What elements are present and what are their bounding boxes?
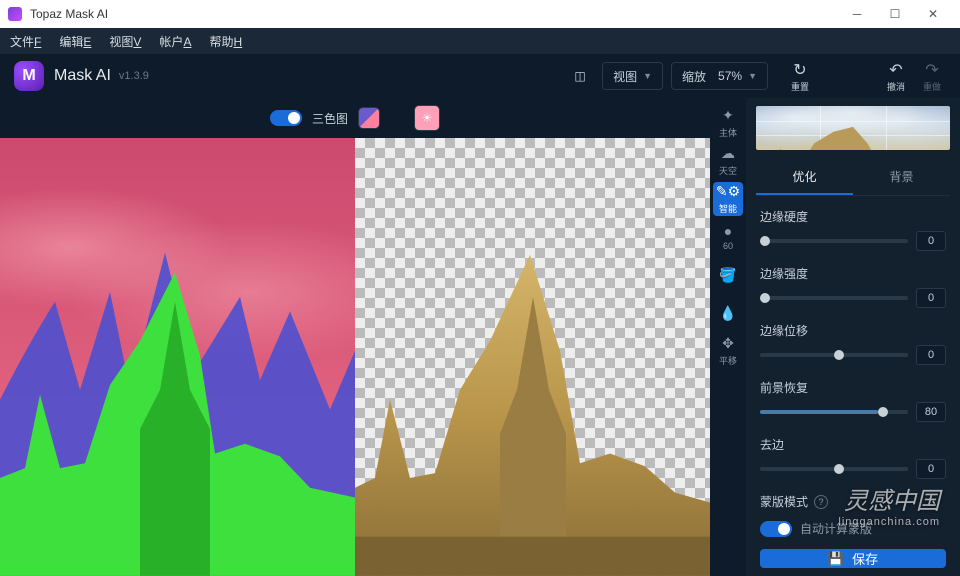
menu-account[interactable]: 帐户A [159,33,191,50]
app-name: Mask AI [54,67,111,85]
app-icon: M [14,61,44,91]
auto-compute-toggle[interactable] [760,521,792,537]
window-title: Topaz Mask AI [30,7,108,21]
titlebar: Topaz Mask AI ─ ☐ ✕ [0,0,960,28]
trimap-label: 三色图 [312,110,348,127]
menubar: 文件F 编辑E 视图V 帐户A 帮助H [0,28,960,54]
slider-group: 边缘硬度 0 边缘强度 0 边缘位移 0 前景恢复 80 去边 0 [746,196,960,483]
save-icon: 💾 [828,551,844,567]
view-dropdown[interactable]: 视图▼ [602,62,663,90]
save-button[interactable]: 💾保存 [760,549,946,568]
menu-help[interactable]: 帮助H [209,33,242,50]
result-pane[interactable] [355,138,710,576]
split-view-icon[interactable]: ◫ [566,62,594,90]
vertical-toolbar: ✦主体 ☁天空 ✎⚙智能 ●60 🪣 💧 ✥平移 [710,98,746,576]
help-icon[interactable]: ? [814,495,828,509]
tool-dropper[interactable]: 💧 [713,296,743,330]
trimap-toggle[interactable] [270,110,302,126]
preview-thumbnail[interactable] [756,106,950,150]
reset-button[interactable]: ↻重置 [786,62,814,90]
menu-file[interactable]: 文件F [10,33,41,50]
appbar: M Mask AI v1.3.9 ◫ 视图▼ 缩放57%▼ ↻重置 ↶撤消 ↷重… [0,54,960,98]
tool-smart[interactable]: ✎⚙智能 [713,182,743,216]
right-panel: 优化 背景 边缘硬度 0 边缘强度 0 边缘位移 0 前景恢复 80 去边 0 [746,98,960,576]
tool-brush-size[interactable]: ●60 [713,220,743,254]
trimap-pane[interactable] [0,138,355,576]
zoom-dropdown[interactable]: 缩放57%▼ [671,62,768,90]
swatch-trimap-icon[interactable] [358,107,380,129]
mask-mode-row[interactable]: 蒙版模式? [746,483,960,520]
maximize-button[interactable]: ☐ [876,0,914,28]
menu-edit[interactable]: 编辑E [59,33,91,50]
undo-button[interactable]: ↶撤消 [882,62,910,90]
tool-fill[interactable]: 🪣 [713,258,743,292]
redo-button[interactable]: ↷重做 [918,62,946,90]
slider-edge-offset: 边缘位移 0 [760,322,946,365]
slider-edge-hardness: 边缘硬度 0 [760,208,946,251]
tool-sky[interactable]: ☁天空 [713,144,743,178]
minimize-button[interactable]: ─ [838,0,876,28]
slider-edge-strength: 边缘强度 0 [760,265,946,308]
app-version: v1.3.9 [119,70,149,82]
panel-tabs: 优化 背景 [756,160,950,196]
tool-pan[interactable]: ✥平移 [713,334,743,368]
auto-compute-row: 自动计算蒙版 [746,520,960,537]
tab-background[interactable]: 背景 [853,160,950,195]
app-logo-icon [8,7,22,21]
tool-subject[interactable]: ✦主体 [713,106,743,140]
canvas-area: 三色图 ☀ [0,98,710,576]
menu-view[interactable]: 视图V [109,33,141,50]
close-button[interactable]: ✕ [914,0,952,28]
canvas-toolbar: 三色图 ☀ [0,98,710,138]
tab-optimize[interactable]: 优化 [756,160,853,195]
slider-fg-recovery: 前景恢复 80 [760,379,946,422]
swatch-mask-icon[interactable]: ☀ [414,105,440,131]
slider-defringe: 去边 0 [760,436,946,479]
